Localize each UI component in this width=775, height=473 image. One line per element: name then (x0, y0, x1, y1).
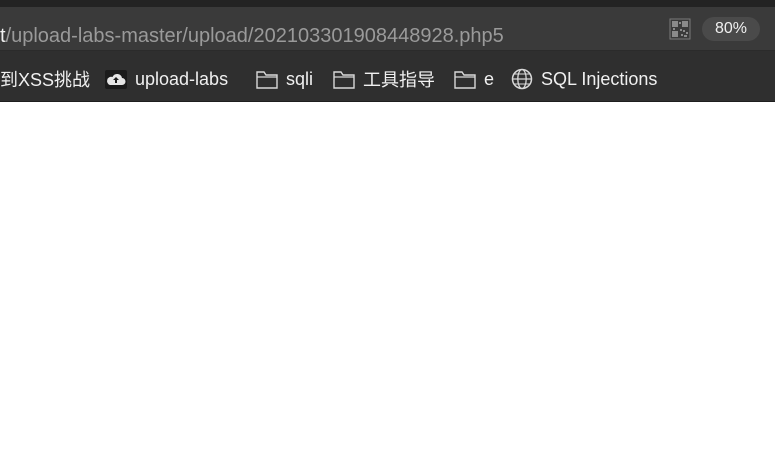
bookmark-label: sqli (286, 68, 314, 89)
globe-icon (511, 68, 533, 90)
url-text[interactable]: t/upload-labs-master/upload/202103301908… (0, 23, 504, 49)
bookmark-xss-challenge[interactable]: 到XSS挑战 (0, 66, 90, 92)
bookmark-label: SQL Injections (541, 68, 658, 89)
zoom-level-badge[interactable]: 80% (702, 17, 760, 41)
bookmark-label: 工具指导 (363, 70, 435, 90)
tab-strip-edge (0, 0, 775, 7)
url-path[interactable]: /upload-labs-master/upload/2021033019084… (6, 25, 504, 47)
bookmark-upload-labs[interactable]: upload-labs (104, 66, 228, 92)
folder-icon (454, 71, 476, 89)
address-bar[interactable]: t/upload-labs-master/upload/202103301908… (0, 7, 775, 50)
page-content (0, 102, 775, 473)
bookmark-folder-sqli[interactable]: sqli (255, 66, 313, 92)
cloud-bookmark-icon (105, 70, 127, 89)
bookmark-label: 到XSS挑战 (0, 70, 91, 90)
bookmark-label: upload-labs (135, 68, 229, 89)
bookmark-folder-tools[interactable]: 工具指导 (332, 66, 435, 92)
browser-chrome: t/upload-labs-master/upload/202103301908… (0, 0, 775, 102)
bookmark-label: e (484, 68, 495, 89)
folder-icon (256, 71, 278, 89)
bookmark-sql-injections[interactable]: SQL Injections (510, 66, 657, 92)
bookmark-folder-e[interactable]: e (453, 66, 494, 92)
folder-icon (333, 71, 355, 89)
qr-code-icon[interactable] (669, 18, 691, 40)
